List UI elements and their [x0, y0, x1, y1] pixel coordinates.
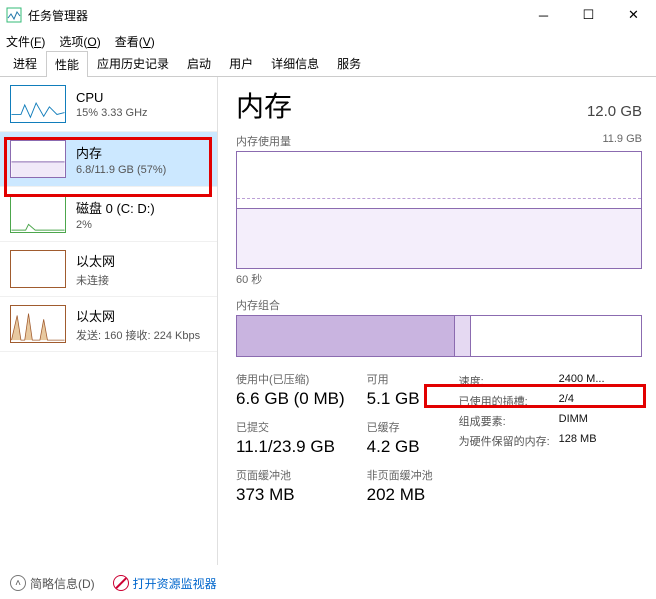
- ethernet-thumb-icon: [10, 305, 66, 343]
- graph-label-usage: 内存使用量: [236, 133, 291, 149]
- tabs: 进程 性能 应用历史记录 启动 用户 详细信息 服务: [0, 52, 656, 77]
- tab-processes[interactable]: 进程: [4, 50, 46, 76]
- menu-file[interactable]: 文件(F): [6, 33, 45, 50]
- stat-val-commit: 11.1/23.9 GB: [236, 437, 345, 457]
- spec-key-slots: 已使用的插槽:: [459, 393, 559, 409]
- stat-label-paged: 页面缓冲池: [236, 467, 345, 483]
- stat-label-commit: 已提交: [236, 419, 345, 435]
- stat-val-avail: 5.1 GB: [367, 389, 433, 409]
- stat-val-paged: 373 MB: [236, 485, 345, 505]
- stat-label-avail: 可用: [367, 371, 433, 387]
- sidebar-item-label: CPU: [76, 90, 209, 105]
- sidebar-item-cpu[interactable]: CPU 15% 3.33 GHz: [0, 77, 217, 132]
- tab-performance[interactable]: 性能: [46, 51, 88, 77]
- spec-val-slots: 2/4: [559, 393, 574, 409]
- chevron-up-icon: ˄: [10, 575, 26, 591]
- spec-val-reserved: 128 MB: [559, 433, 597, 449]
- bottombar: ˄ 简略信息(D) 打开资源监视器: [0, 567, 656, 599]
- resmon-icon: [113, 575, 129, 591]
- sidebar-item-label: 以太网: [76, 306, 209, 325]
- app-icon: [6, 7, 22, 23]
- window-title: 任务管理器: [28, 7, 521, 24]
- tab-users[interactable]: 用户: [220, 50, 262, 76]
- tab-startup[interactable]: 启动: [178, 50, 220, 76]
- fewer-details-link[interactable]: ˄ 简略信息(D): [10, 575, 95, 592]
- open-resmon-link[interactable]: 打开资源监视器: [113, 575, 217, 592]
- sidebar-item-ethernet-1[interactable]: 以太网未连接: [0, 242, 217, 297]
- minimize-button[interactable]: ─: [521, 0, 566, 30]
- stat-val-nonpaged: 202 MB: [367, 485, 433, 505]
- menu-options[interactable]: 选项(O): [59, 33, 100, 50]
- stat-label-cached: 已缓存: [367, 419, 433, 435]
- sidebar-item-sub: 6.8/11.9 GB (57%): [76, 164, 209, 176]
- stat-label-nonpaged: 非页面缓冲池: [367, 467, 433, 483]
- spec-table: 速度:2400 M... 已使用的插槽:2/4 组成要素:DIMM 为硬件保留的…: [459, 373, 605, 515]
- close-button[interactable]: ✕: [611, 0, 656, 30]
- cpu-thumb-icon: [10, 85, 66, 123]
- menu-view[interactable]: 查看(V): [115, 33, 155, 50]
- stat-label-inuse: 使用中(已压缩): [236, 371, 345, 387]
- graph-footer: 60 秒: [236, 271, 642, 287]
- sidebar-item-label: 内存: [76, 143, 209, 162]
- tab-app-history[interactable]: 应用历史记录: [88, 50, 178, 76]
- sidebar-item-disk[interactable]: 磁盘 0 (C: D:) 2%: [0, 187, 217, 242]
- maximize-button[interactable]: ☐: [566, 0, 611, 30]
- sidebar-item-label: 磁盘 0 (C: D:): [76, 198, 209, 217]
- tab-services[interactable]: 服务: [328, 50, 370, 76]
- spec-key-form: 组成要素:: [459, 413, 559, 429]
- graph-max: 11.9 GB: [602, 133, 642, 149]
- stat-val-inuse: 6.6 GB (0 MB): [236, 389, 345, 409]
- sidebar-item-sub: 15% 3.33 GHz: [76, 107, 209, 119]
- spec-val-speed: 2400 M...: [559, 373, 605, 389]
- graph-label-compo: 内存组合: [236, 297, 280, 313]
- menubar: 文件(F) 选项(O) 查看(V): [0, 30, 656, 52]
- titlebar: 任务管理器 ─ ☐ ✕: [0, 0, 656, 30]
- sidebar-item-sub: 未连接: [76, 272, 209, 288]
- memory-thumb-icon: [10, 140, 66, 178]
- main-panel: 内存 12.0 GB 内存使用量 11.9 GB 60 秒 内存组合 使用中(已压…: [218, 77, 656, 565]
- tab-details[interactable]: 详细信息: [262, 50, 328, 76]
- sidebar-item-label: 以太网: [76, 251, 209, 270]
- spec-key-speed: 速度:: [459, 373, 559, 389]
- memory-capacity: 12.0 GB: [587, 103, 642, 120]
- sidebar: CPU 15% 3.33 GHz 内存 6.8/11.9 GB (57%) 磁盘 0…: [0, 77, 218, 565]
- memory-composition-graph[interactable]: [236, 315, 642, 357]
- memory-usage-graph[interactable]: [236, 151, 642, 269]
- spec-key-reserved: 为硬件保留的内存:: [459, 433, 559, 449]
- sidebar-item-sub: 2%: [76, 219, 209, 231]
- sidebar-item-ethernet-2[interactable]: 以太网发送: 160 接收: 224 Kbps: [0, 297, 217, 352]
- sidebar-item-memory[interactable]: 内存 6.8/11.9 GB (57%): [0, 132, 217, 187]
- spec-val-form: DIMM: [559, 413, 588, 429]
- page-title: 内存: [236, 85, 292, 125]
- stat-val-cached: 4.2 GB: [367, 437, 433, 457]
- ethernet-thumb-icon: [10, 250, 66, 288]
- sidebar-item-sub: 发送: 160 接收: 224 Kbps: [76, 327, 209, 343]
- disk-thumb-icon: [10, 195, 66, 233]
